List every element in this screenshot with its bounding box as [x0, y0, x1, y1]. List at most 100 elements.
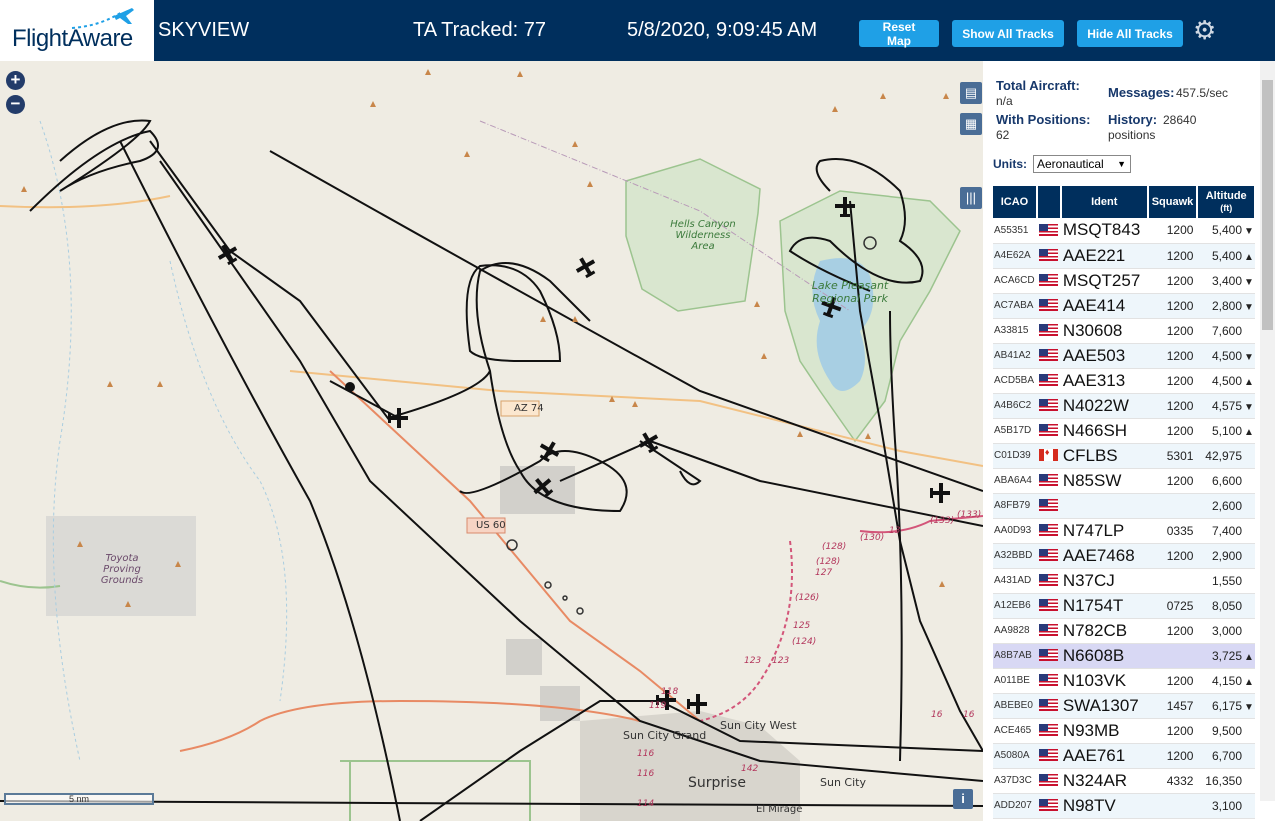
table-row[interactable]: A8FB79 2,600 [993, 493, 1255, 519]
aircraft-table-body: A55351 MSQT843 1200 5,400 ▼ A4E62A AAE221 1200 5… [993, 218, 1255, 819]
altitude-cell: 2,600 [1197, 493, 1255, 519]
table-row[interactable]: A12EB6 N1754T 0725 8,050 [993, 593, 1255, 619]
ident-cell: MSQT257 [1060, 268, 1148, 294]
icao-cell: A8B7AB [993, 643, 1037, 669]
table-row[interactable]: A32BBD AAE7468 1200 2,900 [993, 543, 1255, 569]
altitude-trend-icon: ▼ [1244, 401, 1254, 413]
altitude-cell: 6,700 [1197, 743, 1255, 769]
squawk-cell: 1200 [1147, 218, 1198, 244]
ident-cell: N466SH [1060, 418, 1148, 444]
altitude-cell: 9,500 [1197, 718, 1255, 744]
table-row[interactable]: AA0D93 N747LP 0335 7,400 [993, 518, 1255, 544]
grid-icon[interactable]: ▦ [960, 113, 982, 135]
ident-cell: SWA1307 [1060, 693, 1148, 719]
flag-cell [1036, 543, 1061, 569]
route-number: (124) [792, 637, 817, 647]
route-number: (133) [957, 510, 982, 520]
tracked-count: TA Tracked: 77 [413, 19, 547, 41]
us-flag-icon [1038, 499, 1058, 512]
icao-cell: ADD207 [993, 793, 1037, 819]
aircraft-table: ICAO Ident Squawk Altitude (ft) A55351 MSQ… [993, 186, 1256, 819]
map-layers-icon[interactable]: ▤ [960, 82, 982, 104]
table-row[interactable]: AC7ABA AAE414 1200 2,800 ▼ [993, 293, 1255, 319]
altitude-cell: 7,600 [1197, 318, 1255, 344]
icao-cell: A55351 [993, 218, 1037, 244]
column-altitude[interactable]: Altitude (ft) [1197, 186, 1256, 218]
icao-cell: C01D39 [993, 443, 1037, 469]
icao-cell: A5B17D [993, 418, 1037, 444]
route-number: 142 [741, 764, 759, 774]
ident-cell: N324AR [1060, 768, 1148, 794]
altitude-trend-icon: ▼ [1244, 226, 1254, 238]
az-74-label: AZ 74 [514, 403, 544, 414]
altitude-value: 4,500 [1211, 373, 1242, 388]
ident-cell: AAE503 [1060, 343, 1148, 369]
altitude-trend-icon: ▲ [1244, 251, 1254, 263]
altitude-cell: 4,150 ▲ [1197, 668, 1255, 694]
squawk-cell: 1457 [1147, 693, 1198, 719]
units-select[interactable]: Aeronautical ▼ [1033, 155, 1131, 173]
route-number: 16 [931, 710, 943, 720]
table-row[interactable]: A55351 MSQT843 1200 5,400 ▼ [993, 218, 1255, 244]
table-row[interactable]: A5B17D N466SH 1200 5,100 ▲ [993, 418, 1255, 444]
column-squawk[interactable]: Squawk [1147, 186, 1199, 218]
selected-aircraft-dot [345, 382, 355, 392]
gear-icon[interactable]: ⚙ [1193, 17, 1219, 43]
column-ident[interactable]: Ident [1060, 186, 1149, 218]
altitude-value: 16,350 [1205, 773, 1242, 788]
map-canvas[interactable] [0, 61, 983, 821]
scale-bar: 5 nm [4, 793, 154, 805]
table-row[interactable]: ABEBE0 SWA1307 1457 6,175 ▼ [993, 693, 1255, 719]
ident-cell [1060, 493, 1148, 519]
table-row[interactable]: A5080A AAE761 1200 6,700 [993, 743, 1255, 769]
flag-cell [1036, 568, 1061, 594]
us-flag-icon [1038, 599, 1058, 612]
us-flag-icon [1038, 649, 1058, 662]
sun-city-west-label: Sun City West [720, 719, 797, 732]
us-flag-icon [1038, 399, 1058, 412]
flightaware-logo[interactable]: FlightAware [0, 0, 154, 61]
us-flag-icon [1038, 549, 1058, 562]
messages-value: 457.5/sec [1176, 86, 1229, 100]
route-number: 118 [661, 687, 679, 697]
altitude-cell: 5,100 ▲ [1197, 418, 1255, 444]
table-row[interactable]: C01D39 CFLBS5301 42,975 [993, 443, 1255, 469]
table-row[interactable]: ADD207 N98TV 3,100 [993, 793, 1255, 819]
table-row[interactable]: A011BE N103VK 1200 4,150 ▲ [993, 668, 1255, 694]
hide-all-tracks-button[interactable]: Hide All Tracks [1077, 20, 1183, 47]
table-row[interactable]: A4B6C2 N4022W 1200 4,575 ▼ [993, 393, 1255, 419]
zoom-in-button[interactable]: + [6, 71, 25, 90]
show-all-tracks-button[interactable]: Show All Tracks [952, 20, 1064, 47]
map-view[interactable]: AZ 74 US 60 Hells Canyon Wilderness Area… [0, 61, 983, 821]
table-row[interactable]: A431AD N37CJ 1,550 [993, 568, 1255, 594]
icao-cell: ABA6A4 [993, 468, 1037, 494]
table-row[interactable]: ABA6A4 N85SW 1200 6,600 [993, 468, 1255, 494]
squawk-cell: 1200 [1147, 618, 1198, 644]
columns-icon[interactable]: ||| [960, 187, 982, 209]
table-row[interactable]: AB41A2 AAE503 1200 4,500 ▼ [993, 343, 1255, 369]
flag-cell [1036, 443, 1061, 469]
squawk-cell: 1200 [1147, 543, 1198, 569]
altitude-value: 9,500 [1211, 723, 1242, 738]
info-icon[interactable]: i [953, 789, 973, 809]
table-row[interactable]: ACE465 N93MB 1200 9,500 [993, 718, 1255, 744]
flag-cell [1036, 693, 1061, 719]
table-row[interactable]: ACD5BA AAE313 1200 4,500 ▲ [993, 368, 1255, 394]
table-row[interactable]: A4E62A AAE221 1200 5,400 ▲ [993, 243, 1255, 269]
icao-cell: AA0D93 [993, 518, 1037, 544]
table-row[interactable]: AA9828 N782CB 1200 3,000 [993, 618, 1255, 644]
table-row[interactable]: A33815 N30608 1200 7,600 [993, 318, 1255, 344]
reset-map-button[interactable]: Reset Map [859, 20, 939, 48]
altitude-value: 2,900 [1211, 548, 1242, 563]
column-flag[interactable] [1036, 186, 1062, 218]
table-row[interactable]: A8B7AB N6608B 3,725 ▲ [993, 643, 1255, 669]
table-row[interactable]: ACA6CD MSQT257 1200 3,400 ▼ [993, 268, 1255, 294]
altitude-cell: 6,600 [1197, 468, 1255, 494]
column-icao[interactable]: ICAO [993, 186, 1038, 218]
flag-cell [1036, 518, 1061, 544]
zoom-out-button[interactable]: − [6, 95, 25, 114]
altitude-value: 6,600 [1211, 473, 1242, 488]
table-row[interactable]: A37D3C N324AR 4332 16,350 [993, 768, 1255, 794]
scrollbar-thumb[interactable] [1262, 80, 1273, 330]
us-flag-icon [1038, 424, 1058, 437]
